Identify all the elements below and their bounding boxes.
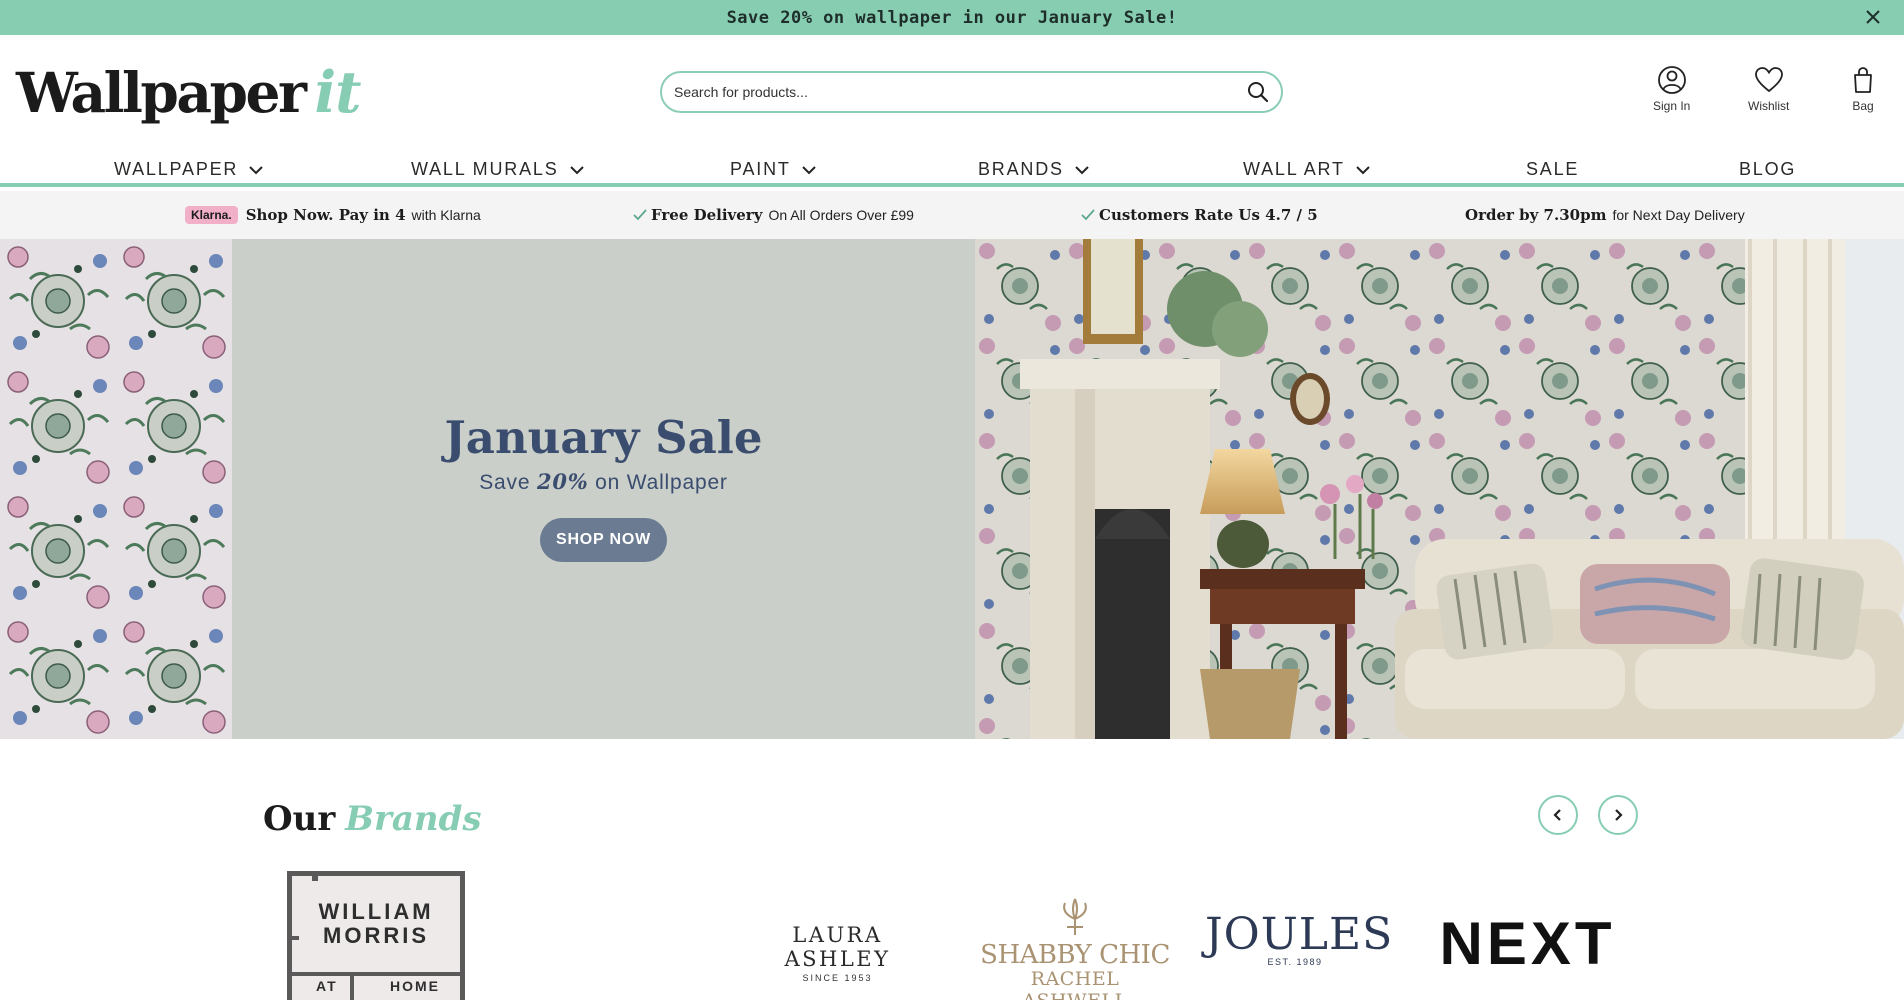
bag-button[interactable]: Bag (1848, 65, 1878, 113)
brands-prev-button[interactable] (1538, 795, 1578, 835)
promo-text: Save 20% on wallpaper in our January Sal… (726, 7, 1178, 28)
hero-sub-percent: 20% (536, 469, 589, 494)
nav-item-paint[interactable]: PAINT (730, 159, 817, 180)
nav-label: WALL ART (1243, 159, 1345, 179)
floral-pattern-image (0, 239, 232, 739)
joules-wordmark: JOULES (1205, 909, 1394, 960)
laura-ashley-since: SINCE 1953 (802, 973, 873, 983)
hero-banner[interactable]: January Sale Save 20% on Wallpaper SHOP … (0, 239, 1904, 739)
usp-klarna[interactable]: Klarna. Shop Now. Pay in 4 with Klarna (185, 206, 481, 224)
usp-bar: Klarna. Shop Now. Pay in 4 with Klarna F… (0, 191, 1904, 239)
logo-wordmark: Wallpaper (16, 60, 307, 125)
laura-ashley-wordmark: LAURA ASHLEY (784, 923, 891, 971)
klarna-badge: Klarna. (185, 206, 238, 224)
wm-line2: MORRIS (323, 923, 429, 948)
chevron-down-icon (569, 165, 584, 174)
rating-bold: Customers Rate Us 4.7 / 5 (1099, 206, 1318, 224)
check-icon (1081, 209, 1095, 221)
wm-line1: WILLIAM (318, 899, 434, 924)
crest-icon (1063, 898, 1087, 935)
chevron-down-icon (1356, 165, 1370, 174)
usp-rating: Customers Rate Us 4.7 / 5 (1081, 206, 1318, 224)
shabby-chic-sub: RACHEL ASHWELL (1022, 968, 1127, 1000)
brands-section: Our Brands WILLIAM MORRIS AT HOME LAURA A… (0, 739, 1904, 1000)
promo-banner: Save 20% on wallpaper in our January Sal… (0, 0, 1904, 35)
logo-it: it (314, 59, 361, 126)
site-logo[interactable]: Wallpaper it (16, 59, 361, 129)
wishlist-label: Wishlist (1748, 99, 1790, 113)
search-input[interactable] (674, 84, 1247, 100)
nav-item-wallpaper[interactable]: WALLPAPER (114, 159, 264, 180)
chevron-left-icon (1553, 809, 1561, 821)
usp-delivery: Free Delivery On All Orders Over £99 (633, 206, 914, 224)
nav-label: WALLPAPER (114, 159, 239, 179)
nav-label: BLOG (1739, 159, 1797, 179)
shop-now-button[interactable]: SHOP NOW (540, 518, 667, 562)
nav-label: WALL MURALS (411, 159, 559, 179)
shabby-chic-wordmark: SHABBY CHIC (980, 940, 1170, 970)
usp-order: Order by 7.30pm for Next Day Delivery (1465, 206, 1745, 224)
main-nav: WALLPAPER WALL MURALS PAINT BRANDS WALL … (0, 151, 1904, 187)
klarna-bold: Shop Now. Pay in 4 (245, 206, 406, 224)
hero-subtitle: Save 20% on Wallpaper (232, 469, 975, 495)
hero-panel: January Sale Save 20% on Wallpaper SHOP … (232, 239, 975, 739)
nav-item-wall-art[interactable]: WALL ART (1243, 159, 1371, 180)
nav-label: BRANDS (978, 159, 1064, 179)
wm-wordmark: WILLIAM MORRIS (292, 900, 460, 948)
nav-item-wall-murals[interactable]: WALL MURALS (411, 159, 585, 180)
hero-title: January Sale (444, 411, 763, 464)
nav-label: SALE (1526, 159, 1580, 179)
delivery-bold: Free Delivery (651, 206, 763, 224)
brand-logo-laura-ashley[interactable]: LAURA ASHLEY SINCE 1953 (745, 923, 930, 983)
nav-item-blog[interactable]: BLOG (1739, 159, 1796, 180)
hero-sub-suffix: on Wallpaper (588, 471, 728, 494)
order-light: for Next Day Delivery (1612, 207, 1745, 223)
klarna-light: with Klarna (411, 207, 481, 223)
brand-logo-joules[interactable]: JOULES EST. 1989 (1205, 909, 1394, 968)
wm-at: AT (316, 978, 338, 994)
nav-item-sale[interactable]: SALE (1526, 159, 1579, 180)
wm-frame-detail (292, 972, 460, 976)
living-room-image (975, 239, 1904, 739)
order-bold: Order by 7.30pm (1465, 206, 1607, 224)
chevron-down-icon (1075, 165, 1089, 174)
delivery-light: On All Orders Over £99 (768, 207, 914, 223)
brand-logo-shabby-chic[interactable]: SHABBY CHIC RACHEL ASHWELL (975, 897, 1175, 1000)
user-icon (1657, 66, 1686, 94)
bag-icon (1854, 67, 1872, 93)
hero-sub-prefix: Save (479, 471, 537, 494)
brands-title-brands: Brands (345, 799, 482, 839)
brand-logo-william-morris[interactable]: WILLIAM MORRIS AT HOME (287, 871, 465, 1000)
close-icon[interactable] (1864, 8, 1882, 26)
wm-home: HOME (390, 978, 440, 994)
nav-label: PAINT (730, 159, 791, 179)
brands-title: Our Brands (263, 799, 482, 839)
brands-title-our: Our (263, 799, 336, 839)
heart-icon (1754, 67, 1783, 93)
brand-logo-next[interactable]: NEXT (1435, 909, 1620, 979)
sign-in-button[interactable]: Sign In (1653, 65, 1690, 113)
site-header: Wallpaper it Sign In Wishlist Bag (0, 35, 1904, 151)
nav-item-brands[interactable]: BRANDS (978, 159, 1090, 180)
search-bar (660, 71, 1283, 113)
bag-label: Bag (1852, 99, 1874, 113)
brands-next-button[interactable] (1598, 795, 1638, 835)
chevron-right-icon (1615, 809, 1623, 821)
wm-frame-detail (312, 871, 318, 881)
sign-in-label: Sign In (1653, 99, 1691, 113)
wm-frame-detail (350, 972, 354, 1000)
wishlist-button[interactable]: Wishlist (1748, 65, 1789, 113)
chevron-down-icon (249, 165, 263, 174)
check-icon (633, 209, 647, 221)
chevron-down-icon (801, 165, 816, 174)
search-icon[interactable] (1247, 81, 1269, 103)
